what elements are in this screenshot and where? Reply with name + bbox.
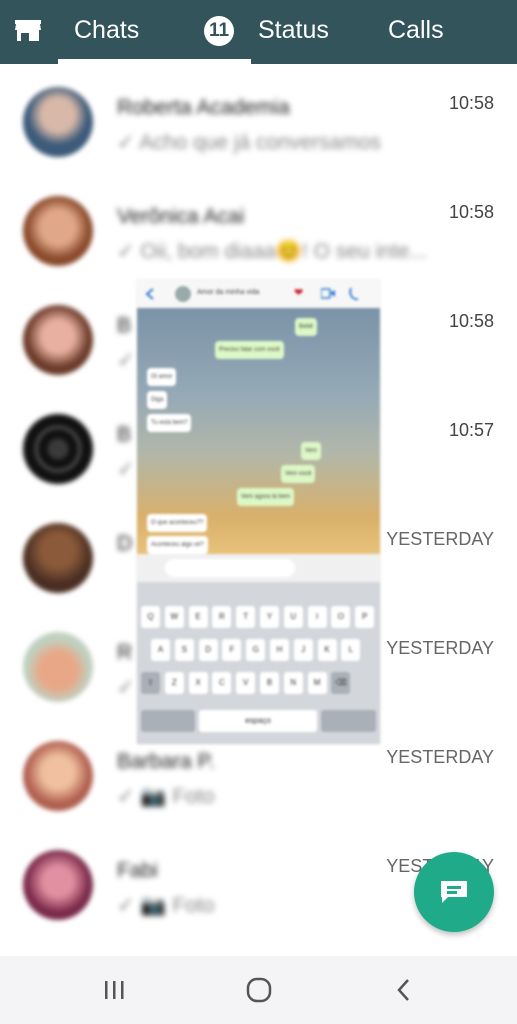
avatar[interactable] (23, 87, 93, 157)
chat-time: 10:58 (448, 93, 494, 113)
incoming-message: Tu está bem? (147, 414, 192, 432)
chat-preview: ✓ Oii, bom diaaa😊! O seu inte... (117, 240, 427, 263)
chat-name: B (117, 314, 132, 337)
app-header: Chats 11 Status Calls (0, 0, 517, 64)
chat-name: Roberta Academia (117, 96, 290, 119)
chat-name: D (117, 532, 133, 555)
keyboard-key: J (293, 639, 313, 661)
status-count-badge: 11 (204, 16, 234, 46)
chat-name: R (117, 641, 133, 664)
keyboard-key: Q (141, 606, 160, 628)
keyboard-key: S (174, 639, 194, 661)
chat-time: 10:58 (448, 311, 494, 331)
overlay-text-field (165, 559, 295, 577)
chat-time: 10:57 (448, 420, 494, 440)
recent-apps-icon[interactable] (100, 976, 130, 1004)
keyboard-key: C (212, 672, 232, 694)
keyboard-key: E (188, 606, 208, 628)
keyboard-key: P (355, 606, 375, 628)
incoming-message: Aconteceu algo sé? (147, 536, 208, 554)
avatar (175, 286, 191, 302)
keyboard-key: U (283, 606, 303, 628)
keyboard-key: D (198, 639, 218, 661)
keyboard-key: N (283, 672, 303, 694)
avatar[interactable] (23, 305, 93, 375)
keyboard-key: T (236, 606, 256, 628)
chat-time: YESTERDAY (386, 747, 494, 767)
tab-calls[interactable]: Calls (388, 16, 444, 45)
system-navigation-bar (0, 956, 517, 1024)
community-icon[interactable] (14, 18, 42, 42)
chat-time: YESTERDAY (386, 638, 494, 658)
avatar[interactable] (23, 196, 93, 266)
incoming-message: Oi amor (147, 368, 177, 386)
keyboard-key: G (246, 639, 266, 661)
keyboard-key: F (222, 639, 242, 661)
avatar[interactable] (23, 632, 93, 702)
chat-time: YESTERDAY (386, 529, 494, 549)
keyboard-key: K (317, 639, 337, 661)
chat-time: 10:58 (448, 202, 494, 222)
new-chat-button[interactable] (414, 852, 494, 932)
keyboard-key: W (164, 606, 184, 628)
conversation-screenshot-overlay: Amor da minha vida ❤ Bebê Preciso falar … (137, 280, 380, 744)
chat-name: B (117, 423, 132, 446)
key-space: espaço (199, 710, 317, 732)
tab-chats[interactable]: Chats (74, 16, 139, 45)
avatar[interactable] (23, 414, 93, 484)
chat-wallpaper: Bebê Preciso falar com você Oi amor Diga… (137, 308, 380, 554)
keyboard-key: ⌫ (331, 672, 351, 694)
keyboard-key: A (151, 639, 170, 661)
keyboard-key: ⇧ (141, 672, 160, 694)
tab-status[interactable]: Status (258, 16, 329, 45)
outgoing-message: Preciso falar com você (215, 341, 284, 359)
back-arrow-icon (145, 288, 154, 300)
overlay-contact-name: Amor da minha vida (197, 289, 260, 296)
avatar[interactable] (23, 850, 93, 920)
keyboard-key: I (307, 606, 327, 628)
keyboard-key: V (236, 672, 256, 694)
avatar[interactable] (23, 741, 93, 811)
keyboard-key: H (270, 639, 289, 661)
back-icon[interactable] (389, 976, 419, 1004)
chat-preview: ✓ (117, 676, 135, 699)
chat-preview: ✓ 📷 Foto (117, 785, 215, 808)
video-call-icon (321, 288, 335, 299)
chat-row[interactable]: Roberta Academia ✓ Acho que já conversam… (0, 64, 517, 173)
overlay-message-input (137, 554, 380, 582)
overlay-keyboard: Q W E R T Y U I O P A S D F G H J K L ⇧ Z X C V B N M ⌫ espaço (137, 582, 380, 744)
outgoing-message: Vem (301, 442, 322, 460)
keyboard-key: B (260, 672, 279, 694)
keyboard-key: Z (164, 672, 184, 694)
incoming-message: O que aconteceu?? (147, 514, 208, 532)
chat-row[interactable]: Verônica Acai ✓ Oii, bom diaaa😊! O seu i… (0, 173, 517, 282)
outgoing-message: Vem agora tá bem (237, 488, 295, 506)
keyboard-key: Y (260, 606, 279, 628)
key-return (321, 710, 376, 732)
keyboard-key: R (212, 606, 232, 628)
outgoing-message: Bebê (295, 318, 318, 336)
overlay-header: Amor da minha vida ❤ (137, 280, 380, 308)
home-icon[interactable] (244, 976, 274, 1004)
keyboard-key: X (188, 672, 208, 694)
outgoing-message: Vem você (281, 465, 316, 483)
avatar[interactable] (23, 523, 93, 593)
key-123 (141, 710, 195, 732)
chat-preview: ✓ 📷 Foto (117, 894, 215, 917)
phone-icon (349, 287, 359, 300)
incoming-message: Diga (147, 391, 168, 409)
chat-name: Verônica Acai (117, 205, 245, 228)
heart-emoji: ❤ (294, 287, 304, 299)
chat-name: Barbara P. (117, 750, 215, 773)
keyboard-key: L (341, 639, 361, 661)
chat-preview: ✓ Acho que já conversamos (117, 131, 381, 154)
chat-name: Fabi (117, 859, 158, 882)
keyboard-key: M (307, 672, 327, 694)
new-chat-icon (441, 881, 467, 903)
keyboard-key: O (331, 606, 351, 628)
